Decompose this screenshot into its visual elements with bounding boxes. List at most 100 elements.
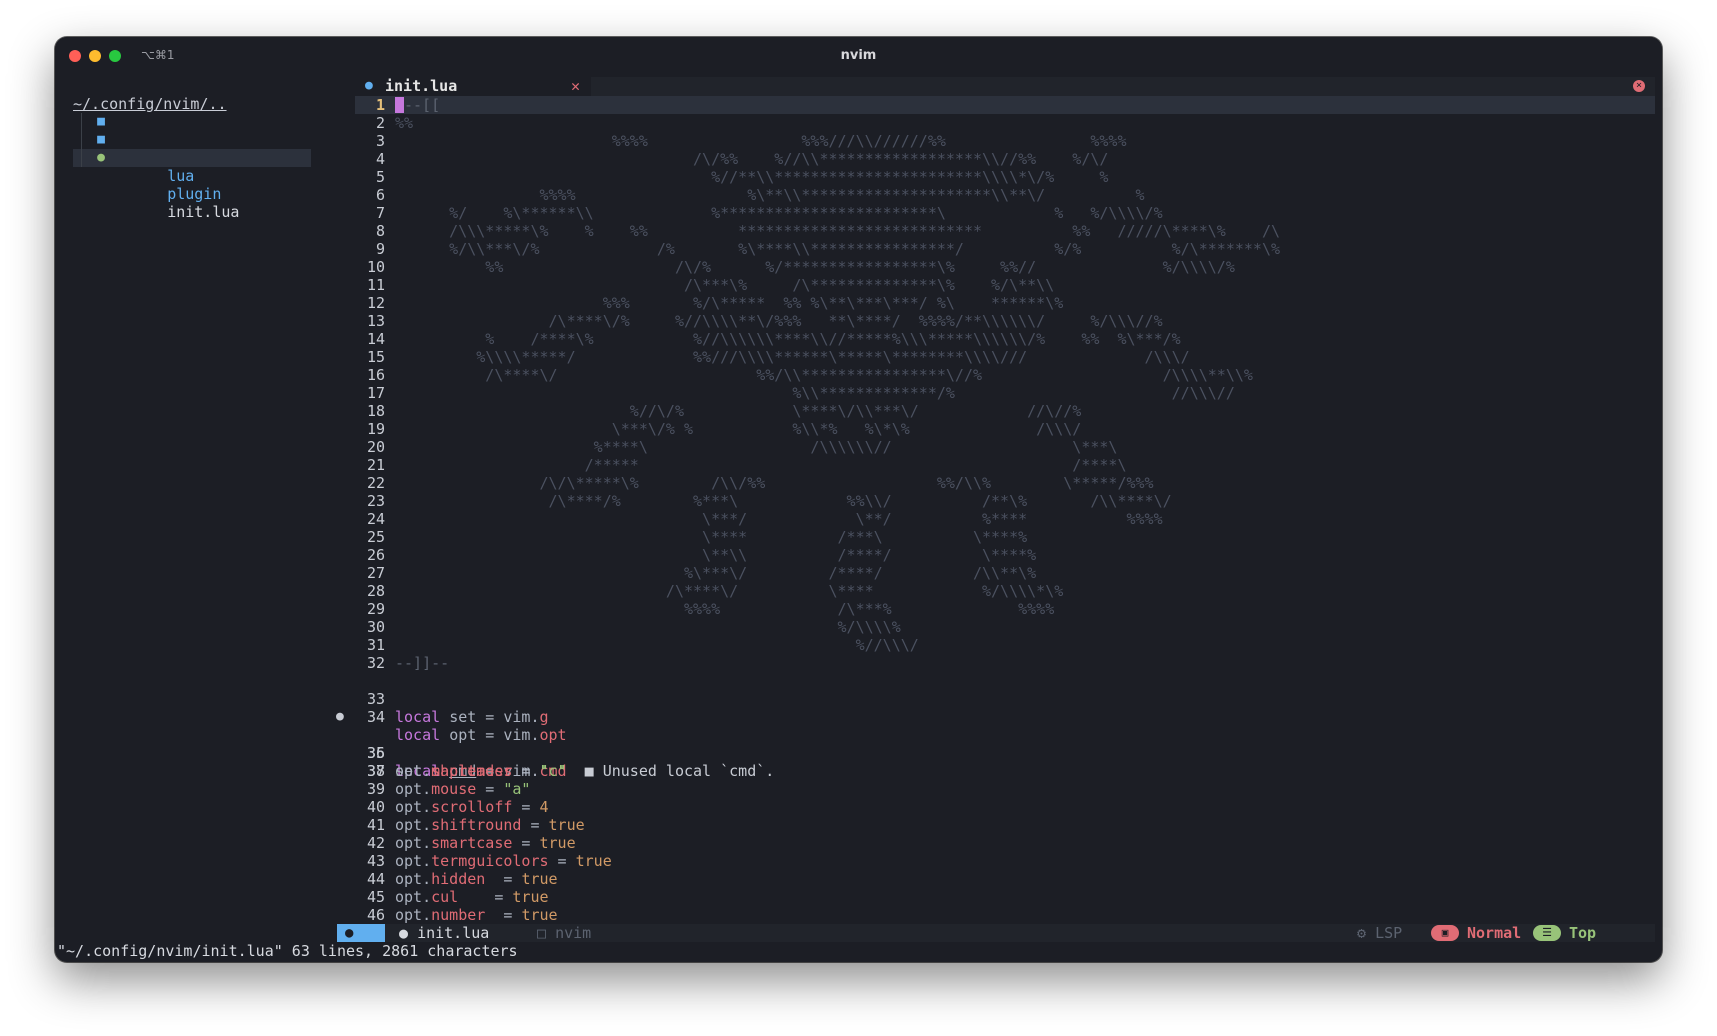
line-number: 40 xyxy=(366,798,385,816)
code-line[interactable]: 20 %****\ /\\\\\\// \***\ xyxy=(355,438,1655,456)
code-line[interactable]: 6 %%%% %\**\\*********************\\**\/… xyxy=(355,186,1655,204)
folder-icon: ■ xyxy=(97,132,105,147)
ascii-art-text: %% /\/% %/*****************\% %%// %/\\\… xyxy=(395,258,1235,276)
ascii-art-text: /\/\*****\% /\\/%% %%/\\% \*****/%%% xyxy=(395,474,1154,492)
code-line[interactable]: 9 %/\\***\/% /% %\****\\****************… xyxy=(355,240,1655,258)
code-line[interactable]: 31 %//\\\/ xyxy=(355,636,1655,654)
tree-item-init-lua[interactable]: ● init.lua xyxy=(73,149,311,221)
code-line[interactable]: 30 %/\\\\% xyxy=(355,618,1655,636)
code-line[interactable]: 4 /\/%% %//\\******************\\//%% %/… xyxy=(355,150,1655,168)
line-number: 41 xyxy=(366,816,385,834)
line-number: 17 xyxy=(366,384,385,402)
code-line[interactable]: 33 local set = vim.g xyxy=(355,672,1655,726)
line-number: 16 xyxy=(366,366,385,384)
ascii-art-text: % /****\% %//\\\\\\****\\//*****%\\\****… xyxy=(395,330,1181,348)
ascii-art-text: %//\\\/ xyxy=(395,636,919,654)
line-number: 28 xyxy=(366,582,385,600)
code-line[interactable]: 25 \**** /***\ \****% xyxy=(355,528,1655,546)
ascii-art-text: %/\\***\/% /% %\****\\****************/ … xyxy=(395,240,1281,258)
line-number: 31 xyxy=(366,636,385,654)
ascii-art-text: /\\\*****\% % %% ***********************… xyxy=(395,222,1281,240)
code-line[interactable]: 42 opt.smartcase = true xyxy=(355,834,1655,852)
line-number: 14 xyxy=(366,330,385,348)
code-line[interactable]: 13 /\****\/% %//\\\\**\/%%% **\****/ %%%… xyxy=(355,312,1655,330)
line-number: 39 xyxy=(366,780,385,798)
status-line: ● ● init.lua □ nvim ⚙ LSP ▣ Normal ☰ Top xyxy=(337,924,1655,942)
tree-item-lua[interactable]: ■ lua xyxy=(73,113,311,185)
code-line[interactable]: 46 opt.number = true xyxy=(355,906,1655,924)
code-line[interactable]: 40 opt.scrolloff = 4 xyxy=(355,798,1655,816)
code-line[interactable]: 24 \***/ \**/ %**** %%%% xyxy=(355,510,1655,528)
line-number: 23 xyxy=(366,492,385,510)
code-line[interactable]: 18 %//\/% \****\/\\***\/ //\//% xyxy=(355,402,1655,420)
line-number: 20 xyxy=(366,438,385,456)
code-line[interactable]: 22 /\/\*****\% /\\/%% %%/\\% \*****/%%% xyxy=(355,474,1655,492)
code-line[interactable]: 12 %%% %/\***** %% %\**\***\***/ %\ ****… xyxy=(355,294,1655,312)
line-number: 21 xyxy=(366,456,385,474)
code-line[interactable]: 28 /\****\/ \**** %/\\\\*\% xyxy=(355,582,1655,600)
tree-item-label: lua xyxy=(167,167,195,185)
ascii-art-text: \**\\ /****/ \****% xyxy=(395,546,1037,564)
code-line[interactable]: 39 opt.mouse = "a" xyxy=(355,780,1655,798)
ascii-art-text: %%%% %%%///\\//////%% %%%% xyxy=(395,132,1127,150)
code-line[interactable]: 26 \**\\ /****/ \****% xyxy=(355,546,1655,564)
ascii-art-text: %%%% /\***% %%%% xyxy=(395,600,1055,618)
code-line[interactable]: 10 %% /\/% %/*****************\% %%// %/… xyxy=(355,258,1655,276)
code-line[interactable]: 21 /***** /****\ xyxy=(355,456,1655,474)
apple-icon: ● xyxy=(345,925,354,941)
folder-icon: ■ xyxy=(97,114,105,129)
tab-init-lua[interactable]: ● init.lua ✕ xyxy=(355,77,591,96)
line-number: 11 xyxy=(366,276,385,294)
editor-buffer[interactable]: 1 --[[2%% 3 %%%% %%%///\\//////%% %%%% 4 /\… xyxy=(336,96,1655,924)
code-line[interactable]: 7 %/ %\******\\ %***********************… xyxy=(355,204,1655,222)
terminal-window: ⌥⌘1 nvim ~/.config/nvim/.. ■ lua ■ plugi… xyxy=(55,37,1662,962)
tree-item-label: plugin xyxy=(167,185,222,203)
command-line[interactable]: "~/.config/nvim/init.lua" 63 lines, 2861… xyxy=(55,942,1662,960)
code-line[interactable]: ● 35 local cmd = vim.cmd ■ Unused local … xyxy=(336,708,1655,780)
ascii-art-text: /\***\% /\**************\% %/\**\\ xyxy=(395,276,1055,294)
tree-root-path[interactable]: ~/.config/nvim/.. xyxy=(73,95,311,113)
line-number: 43 xyxy=(366,852,385,870)
ascii-art-text: %\\\\*****/ %%///\\\\******\*****\******… xyxy=(395,348,1190,366)
lightbulb-icon[interactable]: ● xyxy=(336,708,344,726)
code-line[interactable]: 29 %%%% /\***% %%%% xyxy=(355,600,1655,618)
tree-item-plugin[interactable]: ■ plugin xyxy=(73,131,311,203)
code-line[interactable]: 11 /\***\% /\**************\% %/\**\\ xyxy=(355,276,1655,294)
code-line[interactable]: 5 %//**\\***********************\\\\*\/%… xyxy=(355,168,1655,186)
line-number: 12 xyxy=(366,294,385,312)
code-line[interactable]: 36 set.mapleader = " " xyxy=(355,726,1655,780)
code-line[interactable]: 19 \***\/% % %\\*% %\*\% /\\\/ xyxy=(355,420,1655,438)
tab-close-icon[interactable]: ✕ xyxy=(571,77,580,96)
code-line[interactable]: 44 opt.hidden = true xyxy=(355,870,1655,888)
ascii-art-text: %%% %/\***** %% %\**\***\***/ %\ ******\… xyxy=(395,294,1064,312)
code-line[interactable]: 8 /\\\*****\% % %% *********************… xyxy=(355,222,1655,240)
code-line[interactable]: 45 opt.cul = true xyxy=(355,888,1655,906)
code-line[interactable]: 38 opt.shortmess = 'c' xyxy=(355,762,1655,780)
code-line[interactable]: 34 local opt = vim.opt xyxy=(355,690,1655,744)
code-line[interactable]: 17 %\\*************/% //\\\// xyxy=(355,384,1655,402)
line-number: 10 xyxy=(366,258,385,276)
code-line[interactable]: 2%% xyxy=(355,114,1655,132)
close-buffer-icon[interactable]: × xyxy=(1633,80,1645,92)
line-number: 18 xyxy=(366,402,385,420)
code-line[interactable]: 37 xyxy=(355,744,1655,780)
lua-file-icon: ● xyxy=(97,150,105,165)
code-line[interactable]: 27 %\***\/ /****/ /\\**\% xyxy=(355,564,1655,582)
status-project: □ nvim xyxy=(537,924,592,942)
status-position: Top xyxy=(1569,924,1597,942)
code-line[interactable]: 32 --]]-- xyxy=(355,654,1655,672)
code-line[interactable]: 23 /\****/% %***\ %%\\/ /**\% /\\****\/ xyxy=(355,492,1655,510)
file-tree: ~/.config/nvim/.. ■ lua ■ plugin ● init.… xyxy=(73,95,311,221)
code-line[interactable]: 41 opt.shiftround = true xyxy=(355,816,1655,834)
ascii-art-text: /\****\/% %//\\\\**\/%%% **\****/ %%%%/*… xyxy=(395,312,1163,330)
code-line[interactable]: 14 % /****\% %//\\\\\\****\\//*****%\\\*… xyxy=(355,330,1655,348)
code-line[interactable]: 3 %%%% %%%///\\//////%% %%%% xyxy=(355,132,1655,150)
line-number: 32 xyxy=(366,654,385,672)
ascii-art-text: \***/ \**/ %**** %%%% xyxy=(395,510,1163,528)
code-line[interactable]: 15 %\\\\*****/ %%///\\\\******\*****\***… xyxy=(355,348,1655,366)
status-lsp: ⚙ LSP xyxy=(1357,924,1403,942)
position-icon: ☰ xyxy=(1533,925,1561,941)
code-line[interactable]: 43 opt.termguicolors = true xyxy=(355,852,1655,870)
code-line[interactable]: 1 --[[ xyxy=(355,96,1655,114)
code-line[interactable]: 16 /\****\/ %%/\\****************\//% /\… xyxy=(355,366,1655,384)
